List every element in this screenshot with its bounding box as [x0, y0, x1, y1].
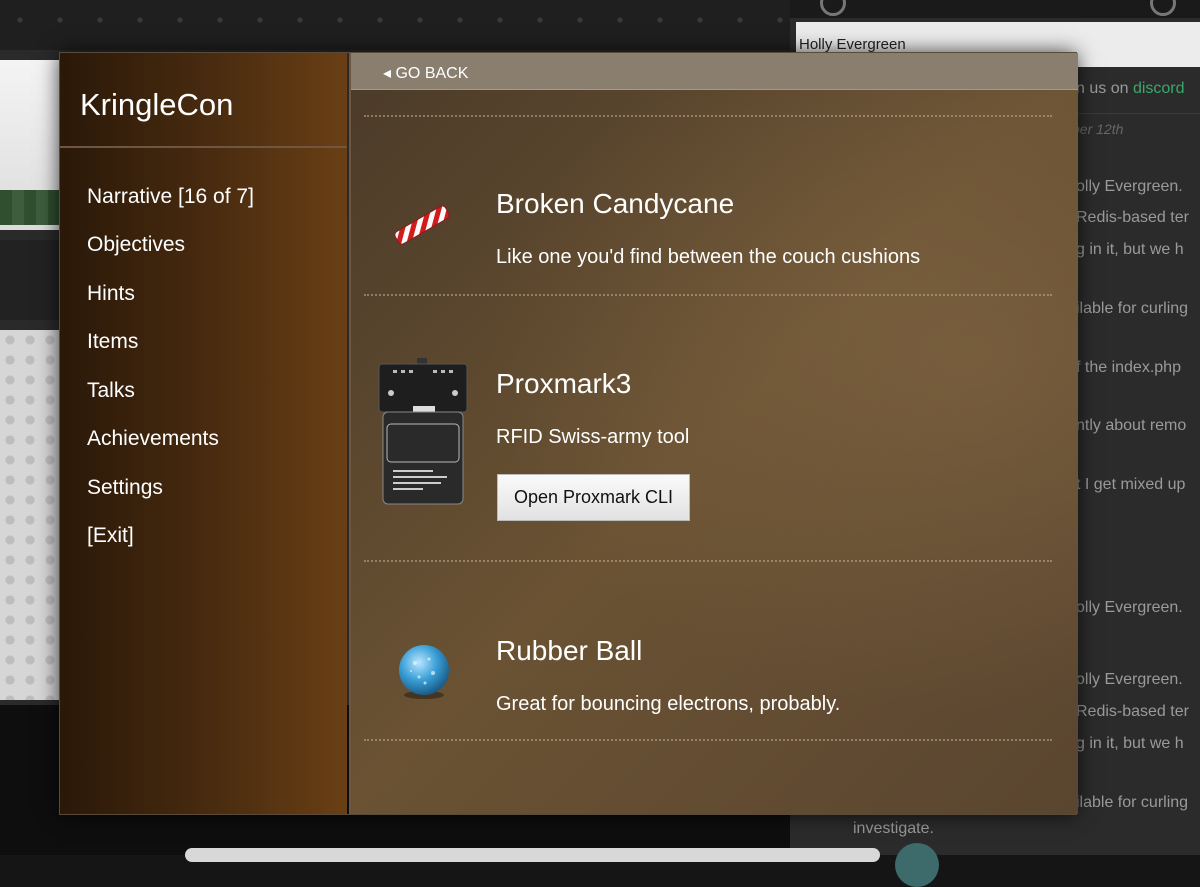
chat-line: investigate. — [853, 820, 934, 837]
nav-item-hints[interactable]: Hints — [87, 282, 135, 306]
chat-line: olly Evergreen. — [1076, 599, 1183, 617]
item-description: Like one you'd find between the couch cu… — [496, 246, 921, 268]
chat-name-value: Holly Evergreen — [799, 36, 906, 53]
chat-line: olly Evergreen. — [1076, 671, 1183, 689]
chat-line: n us on discord — [1076, 80, 1185, 98]
chat-line: Redis-based ter — [1076, 703, 1189, 721]
chat-line: Redis-based ter — [1076, 209, 1189, 227]
chat-line: ilable for curling — [1076, 794, 1188, 812]
chat-line-text: Redis-based ter — [1076, 209, 1189, 226]
chat-line-text: ilable for curling — [1076, 794, 1189, 811]
nav-item-items[interactable]: Items — [87, 330, 138, 354]
go-back-button[interactable]: ◂ GO BACK — [383, 63, 468, 83]
chat-line: olly Evergreen. — [1076, 178, 1183, 196]
item-divider — [364, 294, 1052, 296]
nav-item-objectives[interactable]: Objectives — [87, 233, 185, 257]
discord-link[interactable]: discord — [1133, 80, 1185, 97]
item-name: Broken Candycane — [496, 188, 735, 219]
nav-item-exit[interactable]: [Exit] — [87, 524, 134, 548]
chat-line-text: olly Evergreen. — [1076, 671, 1183, 688]
item-divider — [364, 115, 1052, 117]
item-description: Great for bouncing electrons, probably. — [496, 693, 841, 715]
chat-line-text: ntly about remo — [1076, 417, 1187, 434]
nav-item-achievements[interactable]: Achievements — [87, 427, 219, 451]
brand-header: KringleCon — [60, 53, 347, 148]
chat-line-text: ber 12th — [1072, 121, 1124, 137]
nav-item-narrative[interactable]: Narrative [16 of 7] — [87, 185, 254, 209]
chat-input-bar[interactable] — [185, 848, 880, 862]
brand-title: KringleCon — [80, 87, 234, 122]
item-description: RFID Swiss-army tool — [496, 426, 690, 448]
sidebar: KringleCon Narrative [16 of 7] Objective… — [60, 53, 347, 814]
chat-line-text: f the index.php — [1076, 359, 1181, 376]
chat-line-text: olly Evergreen. — [1076, 178, 1183, 195]
chat-toolbar — [790, 0, 1200, 18]
scene-floor-dark — [0, 240, 62, 320]
chat-line: ntly about remo — [1076, 417, 1186, 435]
game-scene-top — [0, 0, 790, 50]
chat-line-text: olly Evergreen. — [1076, 599, 1183, 616]
chat-line: t I get mixed up — [1076, 476, 1185, 494]
chat-line: ilable for curling — [1076, 300, 1188, 318]
item-divider — [364, 560, 1052, 562]
chat-send-button[interactable] — [895, 843, 939, 887]
go-back-bar[interactable]: ◂ GO BACK — [351, 53, 1078, 90]
chat-line: f the index.php — [1076, 359, 1181, 377]
chat-line: ber 12th — [1072, 121, 1123, 137]
chat-line-text: g in it, but we h — [1076, 735, 1184, 752]
candycane-icon — [387, 203, 457, 252]
scene-tiled-floor — [0, 330, 62, 700]
chat-line: g in it, but we h — [1076, 735, 1184, 753]
chat-line: g in it, but we h — [1076, 241, 1184, 259]
chat-line-text: Redis-based ter — [1076, 703, 1189, 720]
chat-toolbar-icon[interactable] — [1150, 0, 1176, 16]
chat-line-text: g in it, but we h — [1076, 241, 1184, 258]
chat-line-text: n us on — [1076, 80, 1133, 97]
chat-toolbar-icon[interactable] — [820, 0, 846, 16]
chat-line-text: t I get mixed up — [1076, 476, 1186, 493]
badge-modal: KringleCon Narrative [16 of 7] Objective… — [60, 53, 1078, 814]
nav-item-settings[interactable]: Settings — [87, 476, 163, 500]
proxmark-device-icon — [377, 358, 469, 511]
item-name: Proxmark3 — [496, 368, 632, 399]
chat-line-text: ilable for curling — [1076, 300, 1189, 317]
rubber-ball-icon — [395, 643, 453, 706]
scene-hedge — [0, 190, 62, 225]
open-proxmark-cli-button[interactable]: Open Proxmark CLI — [497, 474, 690, 521]
nav-item-talks[interactable]: Talks — [87, 379, 135, 403]
item-name: Rubber Ball — [496, 635, 643, 666]
item-divider — [364, 739, 1052, 741]
items-panel: ◂ GO BACK Broken Candycane Like one you'… — [349, 53, 1078, 814]
